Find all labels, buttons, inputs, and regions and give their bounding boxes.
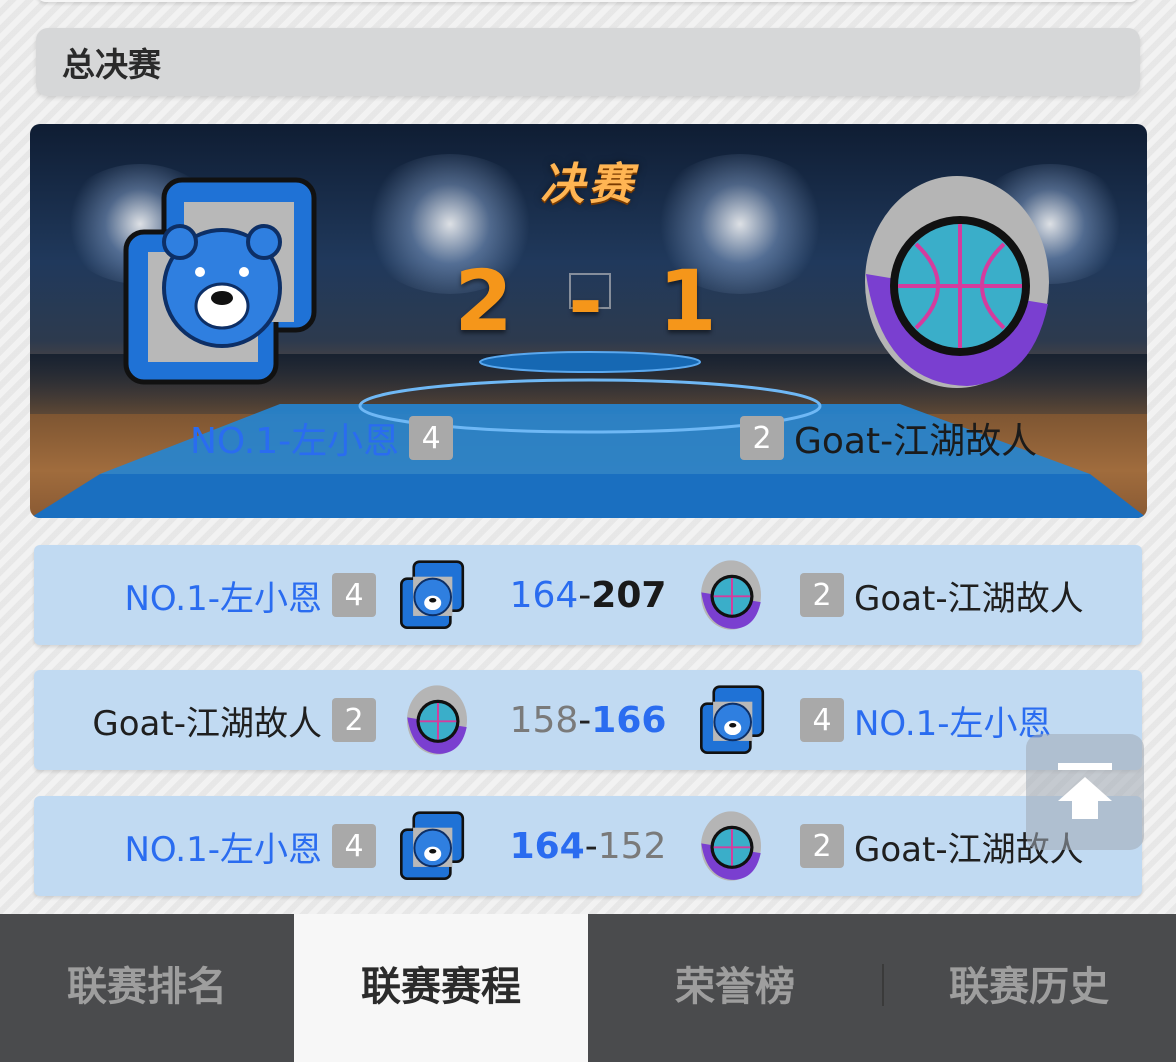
score-left: 164 <box>509 825 585 867</box>
seed-badge: 4 <box>800 698 844 742</box>
tab-league-schedule[interactable]: 联赛赛程 <box>294 914 588 1062</box>
arrow-up-to-top-icon <box>1058 763 1112 819</box>
bottom-tab-bar: 联赛排名 联赛赛程 荣誉榜 联赛历史 <box>0 914 1176 1062</box>
final-away-team[interactable]: 2 Goat-江湖故人 <box>730 412 1037 464</box>
tab-divider <box>882 964 884 1006</box>
match-left-team: NO.1-左小恩 4 <box>124 545 386 645</box>
previous-card-edge <box>36 0 1140 2</box>
bear-shield-icon <box>700 682 770 762</box>
final-away-team-name: Goat-江湖故人 <box>794 421 1038 462</box>
tab-league-history[interactable]: 联赛历史 <box>882 914 1176 1062</box>
match-right-team: 2 Goat-江湖故人 <box>790 545 1084 645</box>
score-right: 207 <box>591 574 667 616</box>
seed-badge: 2 <box>800 573 844 617</box>
seed-badge: 4 <box>332 824 376 868</box>
final-score-home: 2 <box>454 252 519 350</box>
final-banner[interactable]: 决赛 2 - 1 NO.1-左小恩 4 2 Goat-江湖故人 <box>30 124 1147 518</box>
final-home-seed-badge: 4 <box>409 416 454 460</box>
score-right: 152 <box>597 825 667 867</box>
score-left: 164 <box>509 574 579 616</box>
final-home-team-name: NO.1-左小恩 <box>190 421 400 462</box>
score-left: 158 <box>509 699 579 741</box>
team-name: Goat-江湖故人 <box>92 703 322 744</box>
seed-badge: 4 <box>332 573 376 617</box>
seed-badge: 2 <box>800 824 844 868</box>
match-left-team: Goat-江湖故人 2 <box>92 670 386 770</box>
team-name: NO.1-左小恩 <box>124 578 322 619</box>
seed-badge: 2 <box>332 698 376 742</box>
basketball-egg-icon <box>700 557 762 637</box>
score-right: 166 <box>591 699 667 741</box>
basketball-egg-icon <box>862 174 1052 394</box>
final-away-seed-badge: 2 <box>740 416 784 460</box>
team-name: NO.1-左小恩 <box>124 829 322 870</box>
tab-honor-board[interactable]: 荣誉榜 <box>588 914 882 1062</box>
bear-shield-icon <box>400 557 470 637</box>
tab-league-ranking[interactable]: 联赛排名 <box>0 914 294 1062</box>
basketball-egg-icon <box>700 808 762 888</box>
match-score: 164-152 <box>509 825 667 867</box>
basketball-egg-icon <box>406 682 468 762</box>
match-row[interactable]: Goat-江湖故人 2 158-166 4 NO.1-左小恩 <box>34 670 1142 770</box>
back-to-top-button[interactable] <box>1026 734 1144 850</box>
match-row[interactable]: NO.1-左小恩 4 164-207 2 Goat-江湖故人 <box>34 545 1142 645</box>
final-score-separator: - <box>568 252 609 350</box>
match-right-team: 4 NO.1-左小恩 <box>790 670 1052 770</box>
team-name: NO.1-左小恩 <box>854 703 1052 744</box>
match-score: 164-207 <box>509 574 667 616</box>
match-left-team: NO.1-左小恩 4 <box>124 796 386 896</box>
tab-league-history-label: 联赛历史 <box>949 964 1109 1010</box>
final-score-away: 1 <box>658 252 723 350</box>
bear-shield-icon <box>400 808 470 888</box>
match-row[interactable]: NO.1-左小恩 4 164-152 2 Goat-江湖故人 <box>34 796 1142 896</box>
final-home-team[interactable]: NO.1-左小恩 4 <box>190 412 463 464</box>
section-title: 总决赛 <box>36 28 1140 96</box>
team-name: Goat-江湖故人 <box>854 578 1084 619</box>
bear-shield-icon <box>122 176 336 392</box>
match-score: 158-166 <box>509 699 667 741</box>
